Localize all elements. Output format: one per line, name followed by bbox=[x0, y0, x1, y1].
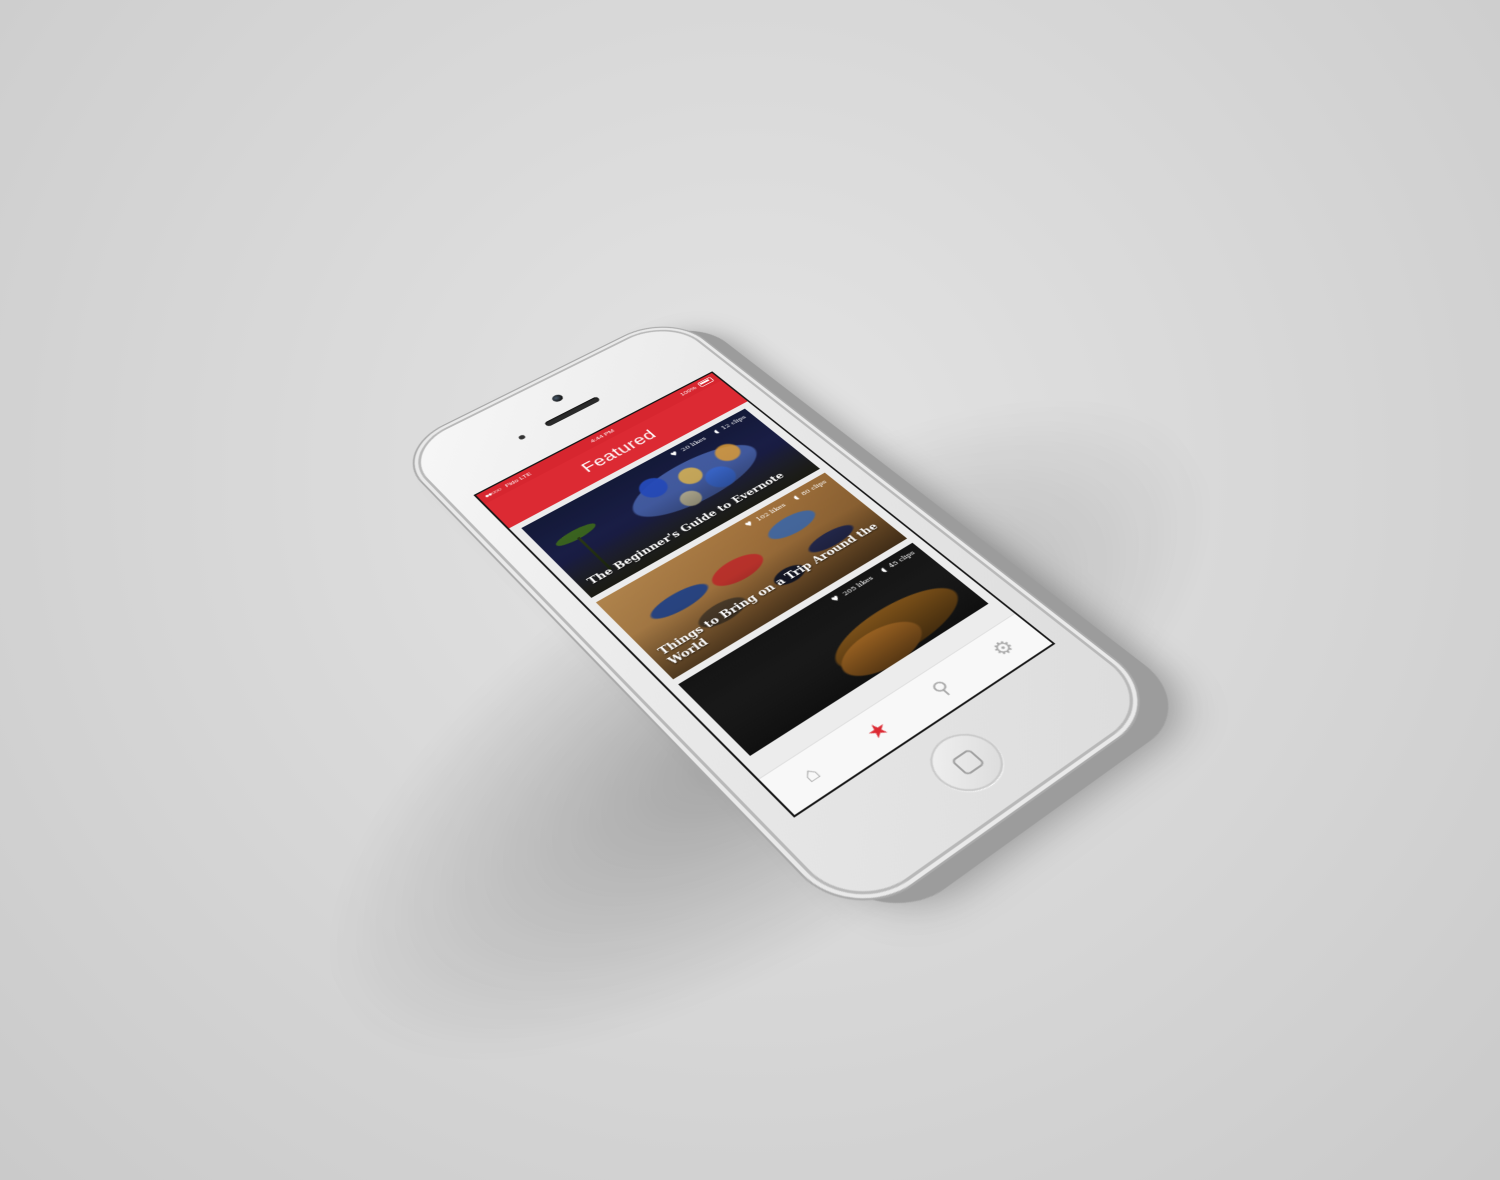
search-icon: ⚲ bbox=[926, 676, 957, 700]
iphone-device: ●●○○○ Fido LTE 4:44 PM 100% Featured ♥ 2… bbox=[402, 319, 1157, 915]
star-icon: ★ bbox=[860, 717, 895, 744]
device-scene: ●●○○○ Fido LTE 4:44 PM 100% Featured ♥ 2… bbox=[0, 0, 1500, 1180]
front-camera bbox=[550, 393, 565, 403]
proximity-sensor bbox=[518, 434, 527, 440]
earpiece-speaker bbox=[544, 396, 601, 427]
home-icon: ⌂ bbox=[796, 762, 825, 787]
home-button-square-icon bbox=[950, 748, 985, 776]
gear-icon: ⚙ bbox=[986, 635, 1020, 660]
home-button[interactable] bbox=[915, 723, 1018, 804]
